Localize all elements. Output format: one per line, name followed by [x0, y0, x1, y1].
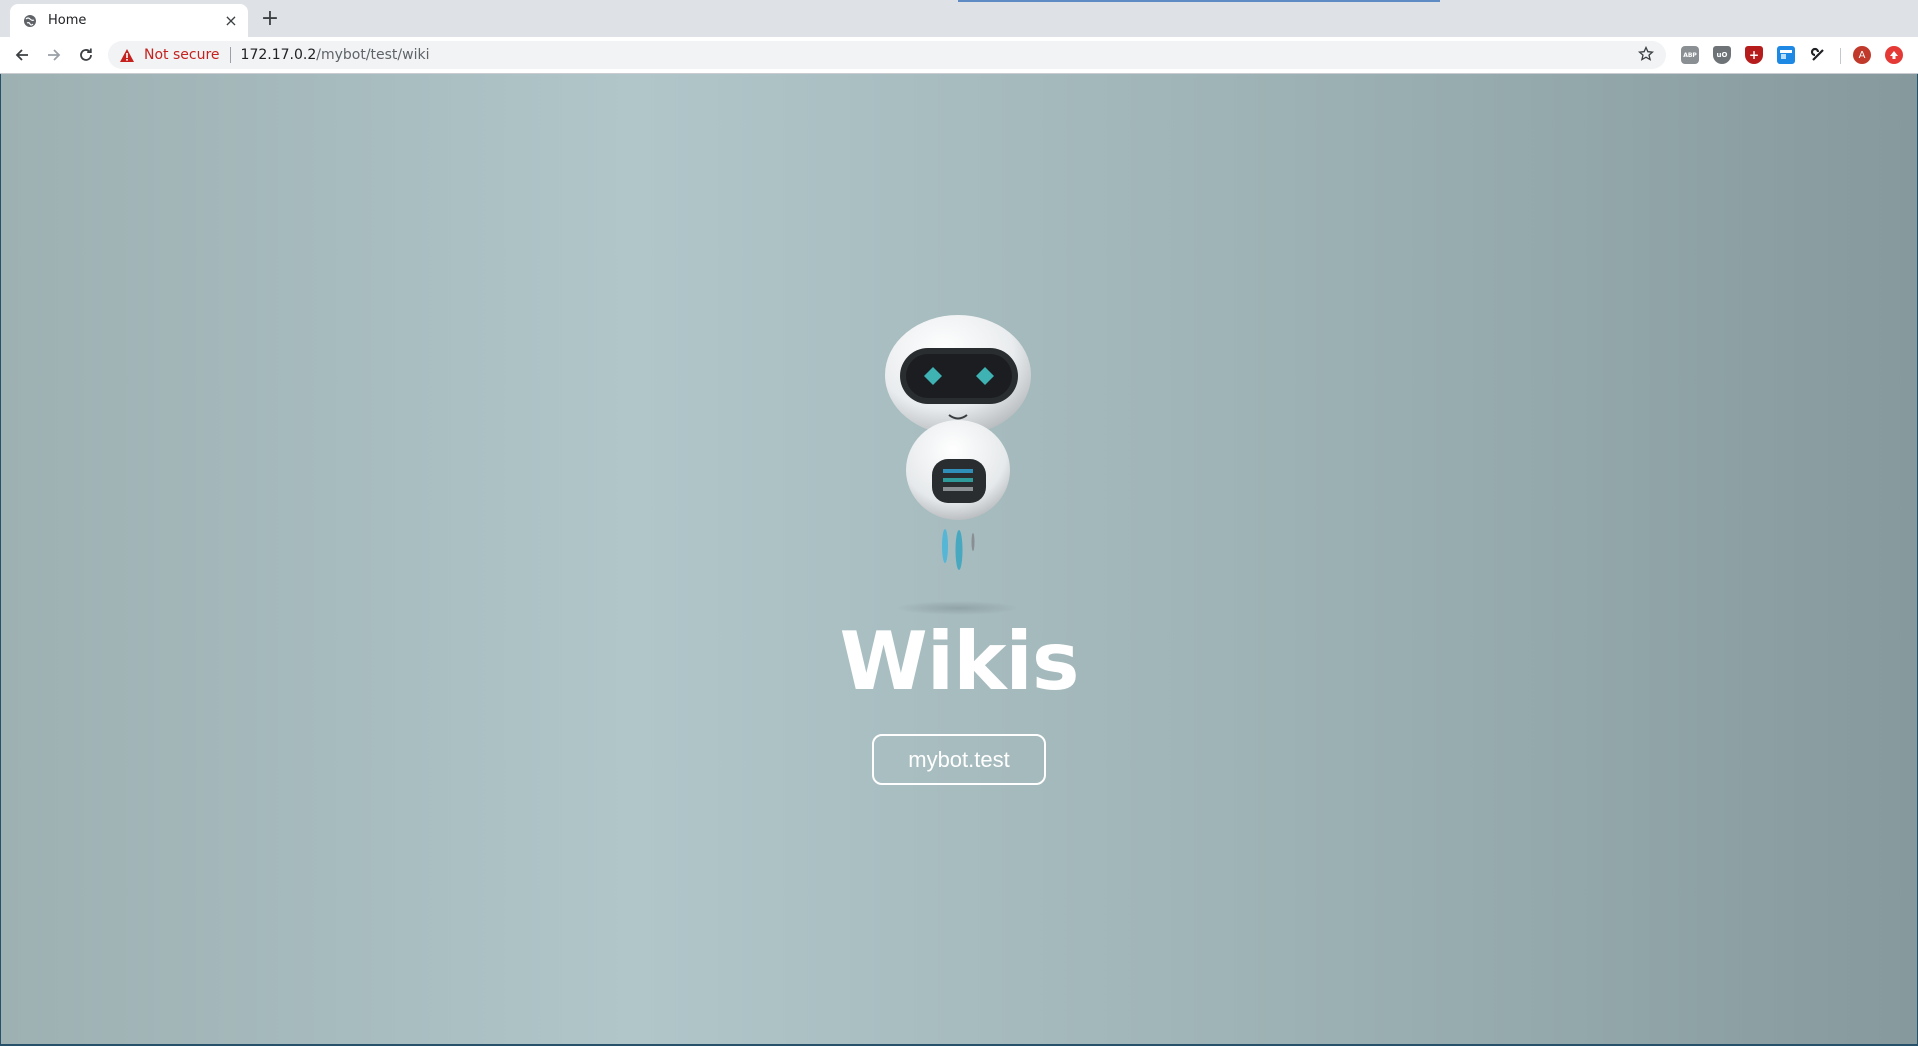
- robot-thruster-right: [971, 533, 975, 551]
- robot-thruster-left: [942, 529, 948, 563]
- robot-thruster-center: [955, 530, 963, 570]
- close-icon[interactable]: ×: [222, 11, 240, 30]
- update-icon[interactable]: [1885, 46, 1903, 64]
- arrow-left-icon[interactable]: [8, 41, 36, 69]
- bot-link-button[interactable]: mybot.test: [872, 734, 1046, 785]
- security-status[interactable]: Not secure: [144, 47, 220, 63]
- robot-mascot: [885, 315, 1031, 615]
- robot-shadow: [896, 601, 1020, 615]
- url-host: 172.17.0.2: [240, 47, 317, 63]
- plus-icon[interactable]: +: [258, 8, 282, 32]
- globe-icon: [22, 13, 38, 29]
- page-title: Wikis: [839, 615, 1080, 708]
- shield-extension-icon[interactable]: +: [1745, 46, 1763, 64]
- star-icon[interactable]: [1637, 45, 1656, 64]
- ublock-extension-icon[interactable]: uO: [1713, 46, 1731, 64]
- toolbar-divider: [1840, 48, 1841, 64]
- profile-avatar[interactable]: A: [1853, 46, 1871, 64]
- window-extension-icon[interactable]: [1777, 46, 1795, 64]
- abp-extension-icon[interactable]: ABP: [1681, 46, 1699, 64]
- browser-tab[interactable]: Home ×: [10, 4, 248, 37]
- warning-icon: [120, 47, 136, 63]
- tab-title: Home: [48, 13, 87, 28]
- reload-icon[interactable]: [72, 41, 100, 69]
- loading-indicator: [958, 0, 1440, 2]
- omnibox-divider: [229, 47, 231, 63]
- url-path: /mybot/test/wiki: [316, 47, 430, 63]
- address-bar[interactable]: Not secure 172.17.0.2 /mybot/test/wiki: [108, 41, 1666, 69]
- browser-toolbar: Not secure 172.17.0.2 /mybot/test/wiki A…: [0, 37, 1918, 74]
- browser-chrome: Home × + Not secure 172.17.0.2 /mybot/te…: [0, 0, 1918, 74]
- arrow-right-icon[interactable]: [40, 41, 68, 69]
- window-border-left: [0, 74, 1, 1046]
- puzzle-extension-icon[interactable]: [1809, 46, 1827, 64]
- tab-strip: Home × +: [0, 0, 1918, 37]
